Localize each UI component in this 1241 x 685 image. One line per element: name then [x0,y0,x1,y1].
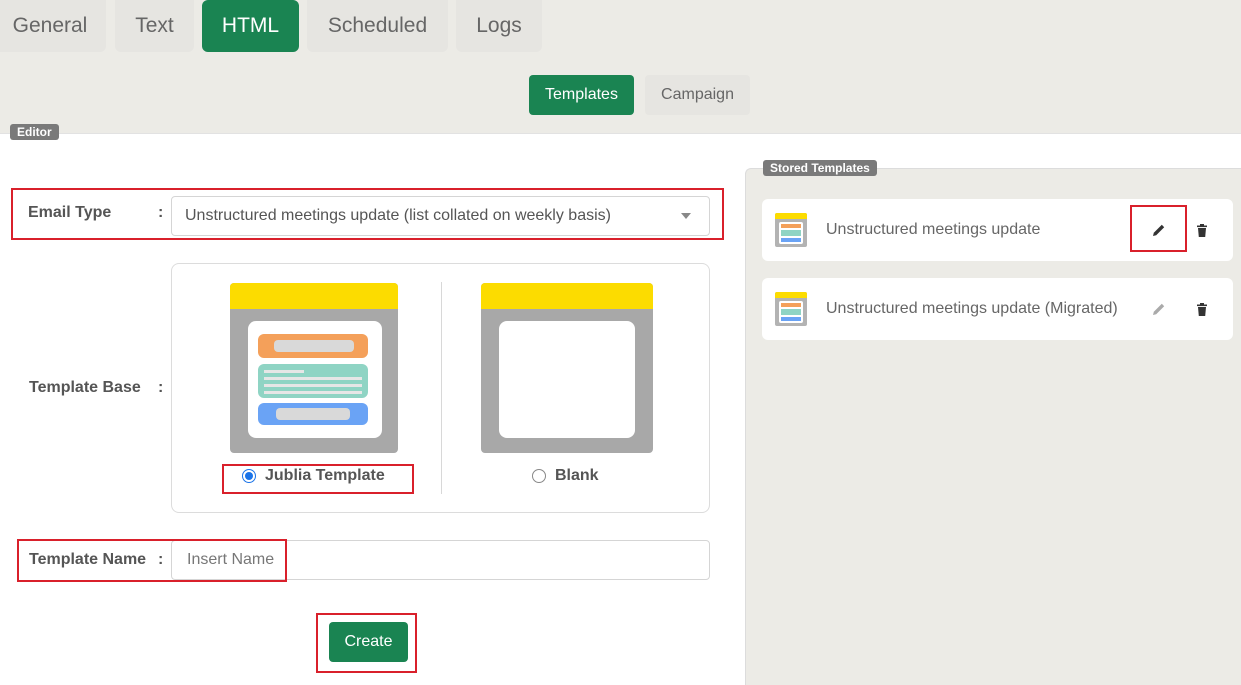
option-blank[interactable]: Blank [532,467,599,485]
stored-template-name: Unstructured meetings update [826,221,1041,238]
jublia-template-thumbnail[interactable] [230,283,398,453]
thumb-content [499,321,635,438]
subtab-campaign[interactable]: Campaign [645,75,750,115]
tab-general[interactable]: General [0,0,106,52]
template-base-label: Template Base [29,379,141,396]
subtab-templates[interactable]: Templates [529,75,634,115]
blank-template-thumbnail[interactable] [481,283,653,453]
thumb-block-orange [258,334,368,358]
email-type-highlight [11,188,724,240]
tab-scheduled[interactable]: Scheduled [307,0,448,52]
template-thumbnail-icon [775,292,807,326]
edit-highlight [1130,205,1187,252]
blank-label: Blank [555,467,599,484]
editor-legend: Editor [10,124,59,140]
thumb-block-blue [258,403,368,425]
create-highlight [316,613,417,673]
tab-logs[interactable]: Logs [456,0,542,52]
thumb-block-teal [258,364,368,398]
tab-html[interactable]: HTML [202,0,299,52]
pencil-icon[interactable] [1150,300,1168,318]
stored-template-name: Unstructured meetings update (Migrated) [826,300,1118,317]
template-name-highlight [17,539,287,582]
trash-icon[interactable] [1193,221,1211,239]
options-divider [441,282,442,494]
tab-text[interactable]: Text [115,0,194,52]
sub-tabs: Templates Campaign [0,75,1241,115]
thumb-header [230,283,398,309]
trash-icon[interactable] [1193,300,1211,318]
thumb-header [481,283,653,309]
jublia-highlight [222,464,414,494]
template-base-colon: : [158,379,164,396]
template-thumbnail-icon [775,213,807,247]
thumb-content [248,321,382,438]
stored-templates-legend: Stored Templates [763,160,877,176]
blank-radio[interactable] [532,469,546,483]
stored-template-item[interactable]: Unstructured meetings update (Migrated) [762,278,1233,340]
